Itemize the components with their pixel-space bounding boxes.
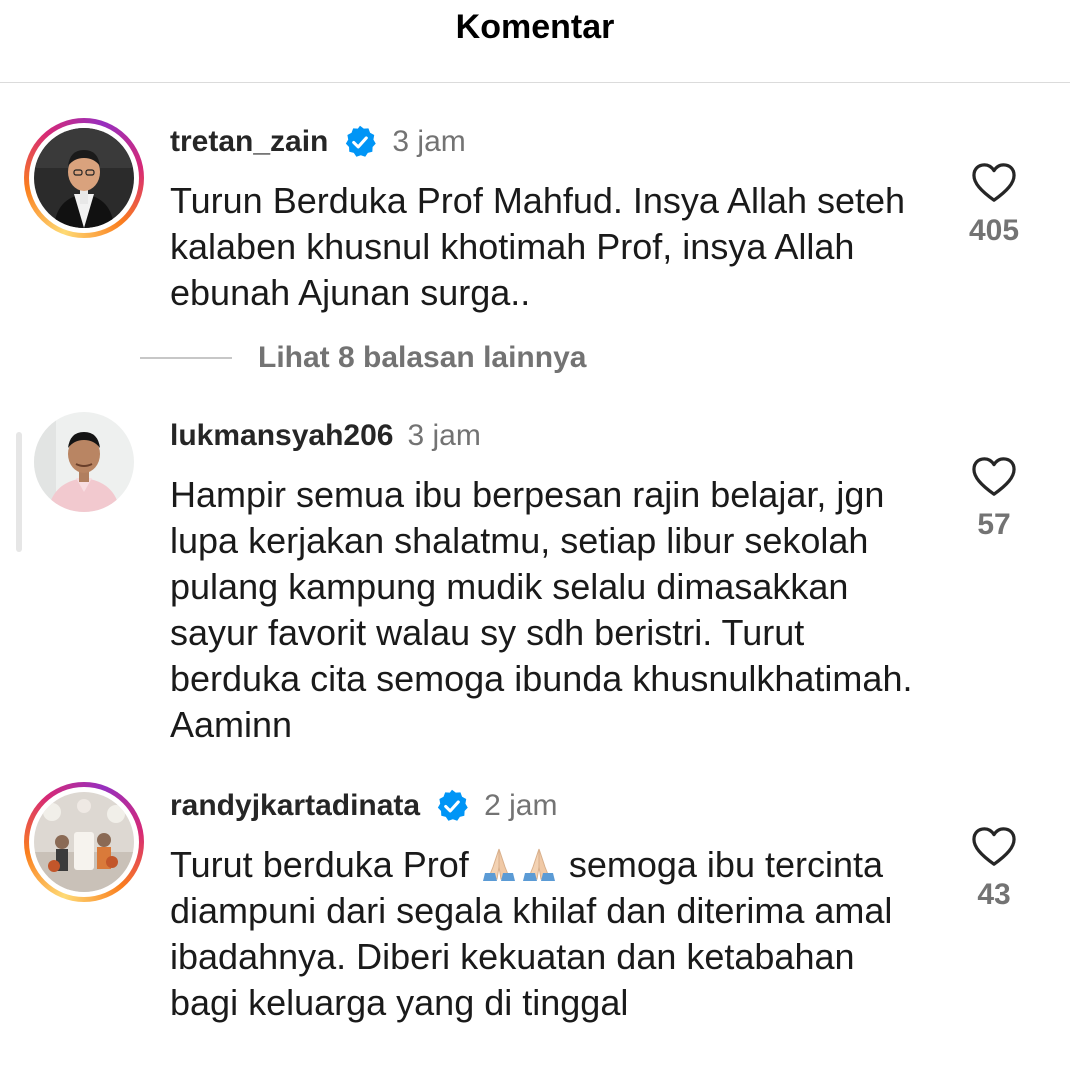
- comment-timestamp: 2 jam: [484, 789, 558, 822]
- comment-text-before-emoji: Turut berduka Prof: [170, 844, 469, 885]
- heart-icon[interactable]: [971, 826, 1017, 868]
- avatar[interactable]: [34, 412, 134, 512]
- comment-meta: randyjkartadinata 2 jam: [170, 786, 557, 826]
- comment-timestamp: 3 jam: [407, 419, 481, 452]
- praying-hands-emoji-icon: [522, 848, 555, 881]
- comment-username[interactable]: tretan_zain: [170, 125, 328, 159]
- like-group: 43: [962, 826, 1026, 912]
- like-count: 405: [968, 214, 1020, 247]
- avatar-container[interactable]: [24, 402, 144, 522]
- comment-meta: lukmansyah206 3 jam: [170, 416, 481, 456]
- like-count: 43: [977, 878, 1011, 911]
- view-replies-button[interactable]: Lihat 8 balasan lainnya: [140, 341, 586, 375]
- comment-text: Hampir semua ibu berpesan rajin belajar,…: [170, 474, 913, 745]
- avatar[interactable]: [34, 128, 134, 228]
- verified-badge-icon: [437, 789, 468, 821]
- heart-icon[interactable]: [971, 162, 1017, 204]
- avatar-story-ring[interactable]: [24, 118, 144, 238]
- view-replies-label[interactable]: Lihat 8 balasan lainnya: [258, 341, 586, 375]
- comment-text: Turut berduka Prof semoga ibu tercinta d…: [170, 842, 930, 1026]
- comment-username[interactable]: lukmansyah206: [170, 419, 393, 453]
- like-group: 405: [962, 162, 1026, 248]
- comment-text: Turun Berduka Prof Mahfud. Insya Allah s…: [170, 180, 906, 313]
- like-count: 57: [977, 508, 1011, 541]
- verified-badge-icon: [346, 125, 377, 157]
- comment-username[interactable]: randyjkartadinata: [170, 789, 420, 823]
- comment-meta: tretan_zain 3 jam: [170, 122, 466, 162]
- praying-hands-emoji-icon: [482, 848, 515, 881]
- comment-timestamp: 3 jam: [392, 125, 466, 158]
- avatar[interactable]: [34, 792, 134, 892]
- heart-icon[interactable]: [971, 456, 1017, 498]
- replies-divider: [140, 357, 232, 359]
- page-title: Komentar: [455, 8, 615, 46]
- avatar-story-ring[interactable]: [24, 782, 144, 902]
- like-group: 57: [962, 456, 1026, 542]
- scrollbar[interactable]: [16, 432, 22, 552]
- comments-header: Komentar: [0, 0, 1070, 83]
